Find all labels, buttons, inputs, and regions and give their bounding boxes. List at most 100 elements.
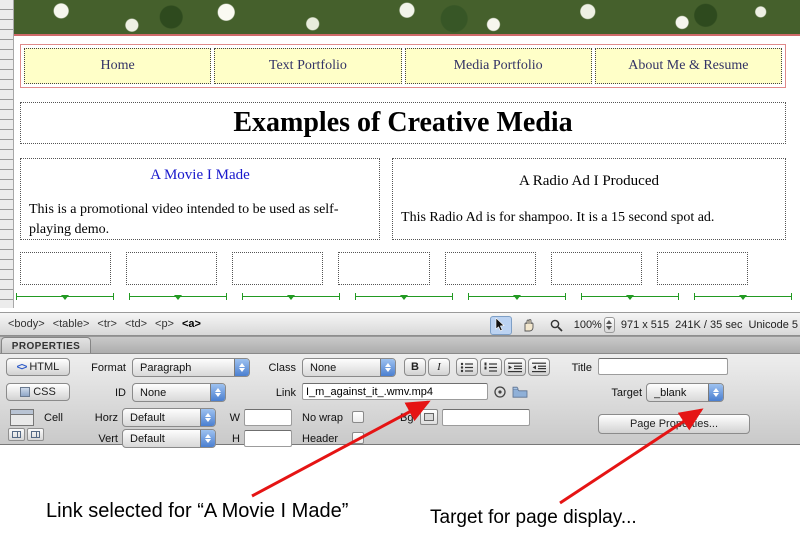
zoom-level-control[interactable]: 100% <box>574 317 615 333</box>
bg-color-swatch[interactable] <box>420 409 438 425</box>
horz-label: Horz <box>78 412 118 424</box>
width-bar-tick <box>565 293 566 300</box>
id-dropdown[interactable]: None <box>132 383 226 402</box>
width-bar-menu-arrow[interactable] <box>174 295 182 300</box>
empty-table-cell[interactable] <box>338 252 429 285</box>
cell-width-input[interactable] <box>244 409 292 426</box>
nav-item-about[interactable]: About Me & Resume <box>595 48 782 84</box>
width-bar-menu-arrow[interactable] <box>513 295 521 300</box>
zoom-stepper[interactable] <box>604 317 615 333</box>
horz-dropdown[interactable]: Default <box>122 408 216 427</box>
window-size-indicator[interactable]: 971 x 515 <box>621 319 669 331</box>
width-label: W <box>226 412 240 424</box>
width-bar-tick <box>678 293 679 300</box>
tag-tr[interactable]: <tr> <box>97 318 117 330</box>
tag-table[interactable]: <table> <box>53 318 90 330</box>
merge-cells-icon <box>12 431 21 438</box>
width-bar-menu-arrow[interactable] <box>61 295 69 300</box>
properties-panel: <> HTML Format Paragraph Class None B I … <box>0 353 800 445</box>
table-width-bar[interactable] <box>355 291 453 302</box>
table-width-bar[interactable] <box>468 291 566 302</box>
movie-link[interactable]: A Movie I Made <box>29 167 371 184</box>
bold-button[interactable]: B <box>404 358 426 376</box>
width-bar-menu-arrow[interactable] <box>400 295 408 300</box>
chevron-updown-icon <box>210 384 225 401</box>
empty-cell-row <box>20 252 748 285</box>
step-down-icon <box>606 326 612 330</box>
unordered-list-button[interactable] <box>456 358 478 376</box>
outdent-button[interactable] <box>504 358 526 376</box>
status-tools: 100% 971 x 515 241K / 35 sec Unicode 5 <box>490 314 800 336</box>
nav-item-home[interactable]: Home <box>24 48 211 84</box>
width-bar-menu-arrow[interactable] <box>739 295 747 300</box>
point-to-file-icon <box>493 385 507 399</box>
radio-cell[interactable]: A Radio Ad I Produced This Radio Ad is f… <box>392 158 786 240</box>
width-bar-menu-arrow[interactable] <box>287 295 295 300</box>
empty-table-cell[interactable] <box>657 252 748 285</box>
empty-table-cell[interactable] <box>445 252 536 285</box>
panel-tab-strip: PROPERTIES <box>0 336 800 353</box>
width-bar-tick <box>581 293 582 300</box>
empty-table-cell[interactable] <box>20 252 111 285</box>
horz-value: Default <box>130 412 200 424</box>
empty-table-cell[interactable] <box>232 252 323 285</box>
no-wrap-checkbox[interactable] <box>352 411 364 423</box>
properties-tab[interactable]: PROPERTIES <box>1 337 91 354</box>
point-to-file-button[interactable] <box>493 385 507 399</box>
bg-color-input[interactable] <box>442 409 530 426</box>
vert-value: Default <box>130 433 200 445</box>
header-photo[interactable] <box>14 0 800 36</box>
header-checkbox[interactable] <box>352 432 364 444</box>
hand-tool-button[interactable] <box>518 316 540 335</box>
italic-button[interactable]: I <box>428 358 450 376</box>
tag-body[interactable]: <body> <box>8 318 45 330</box>
cursor-arrow-icon <box>495 318 506 332</box>
table-width-bar[interactable] <box>129 291 227 302</box>
tag-p[interactable]: <p> <box>155 318 174 330</box>
target-dropdown[interactable]: _blank <box>646 383 724 402</box>
content-row: A Movie I Made This is a promotional vid… <box>20 158 786 240</box>
width-bar-menu-arrow[interactable] <box>626 295 634 300</box>
split-cell-icon <box>31 431 40 438</box>
radio-description[interactable]: This Radio Ad is for shampoo. It is a 15… <box>401 208 777 228</box>
movie-cell[interactable]: A Movie I Made This is a promotional vid… <box>20 158 380 240</box>
table-width-bar[interactable] <box>16 291 114 302</box>
browse-file-button[interactable] <box>512 385 528 398</box>
format-dropdown[interactable]: Paragraph <box>132 358 250 377</box>
select-tool-button[interactable] <box>490 316 512 335</box>
html-mode-button[interactable]: <> HTML <box>6 358 70 376</box>
page-title[interactable]: Examples of Creative Media <box>20 102 786 144</box>
ordered-list-icon <box>484 362 498 373</box>
target-label: Target <box>596 387 642 399</box>
zoom-tool-button[interactable] <box>546 316 568 335</box>
tag-td[interactable]: <td> <box>125 318 147 330</box>
movie-description[interactable]: This is a promotional video intended to … <box>29 200 371 241</box>
indent-icon <box>532 362 546 373</box>
title-input[interactable] <box>598 358 728 375</box>
cell-label: Cell <box>44 412 63 424</box>
table-width-bar[interactable] <box>242 291 340 302</box>
nav-item-media-portfolio[interactable]: Media Portfolio <box>405 48 592 84</box>
tag-a[interactable]: <a> <box>182 318 201 330</box>
nav-item-text-portfolio[interactable]: Text Portfolio <box>214 48 401 84</box>
page-properties-button[interactable]: Page Properties... <box>598 414 750 434</box>
width-bar-tick <box>226 293 227 300</box>
radio-heading[interactable]: A Radio Ad I Produced <box>401 173 777 190</box>
ordered-list-button[interactable] <box>480 358 502 376</box>
class-dropdown[interactable]: None <box>302 358 396 377</box>
empty-table-cell[interactable] <box>126 252 217 285</box>
magnifier-icon <box>550 319 563 332</box>
link-input[interactable] <box>302 383 488 400</box>
table-width-bar[interactable] <box>581 291 679 302</box>
table-width-bar[interactable] <box>694 291 792 302</box>
cell-height-input[interactable] <box>244 430 292 447</box>
merge-cells-button[interactable] <box>8 428 25 441</box>
tag-selector-bar: <body> <table> <tr> <td> <p> <a> 100% 97… <box>0 312 800 336</box>
css-mode-button[interactable]: CSS <box>6 383 70 401</box>
indent-button[interactable] <box>528 358 550 376</box>
vert-dropdown[interactable]: Default <box>122 429 216 448</box>
html-mode-label: HTML <box>29 361 59 373</box>
empty-table-cell[interactable] <box>551 252 642 285</box>
split-cell-button[interactable] <box>27 428 44 441</box>
header-label: Header <box>302 433 338 445</box>
